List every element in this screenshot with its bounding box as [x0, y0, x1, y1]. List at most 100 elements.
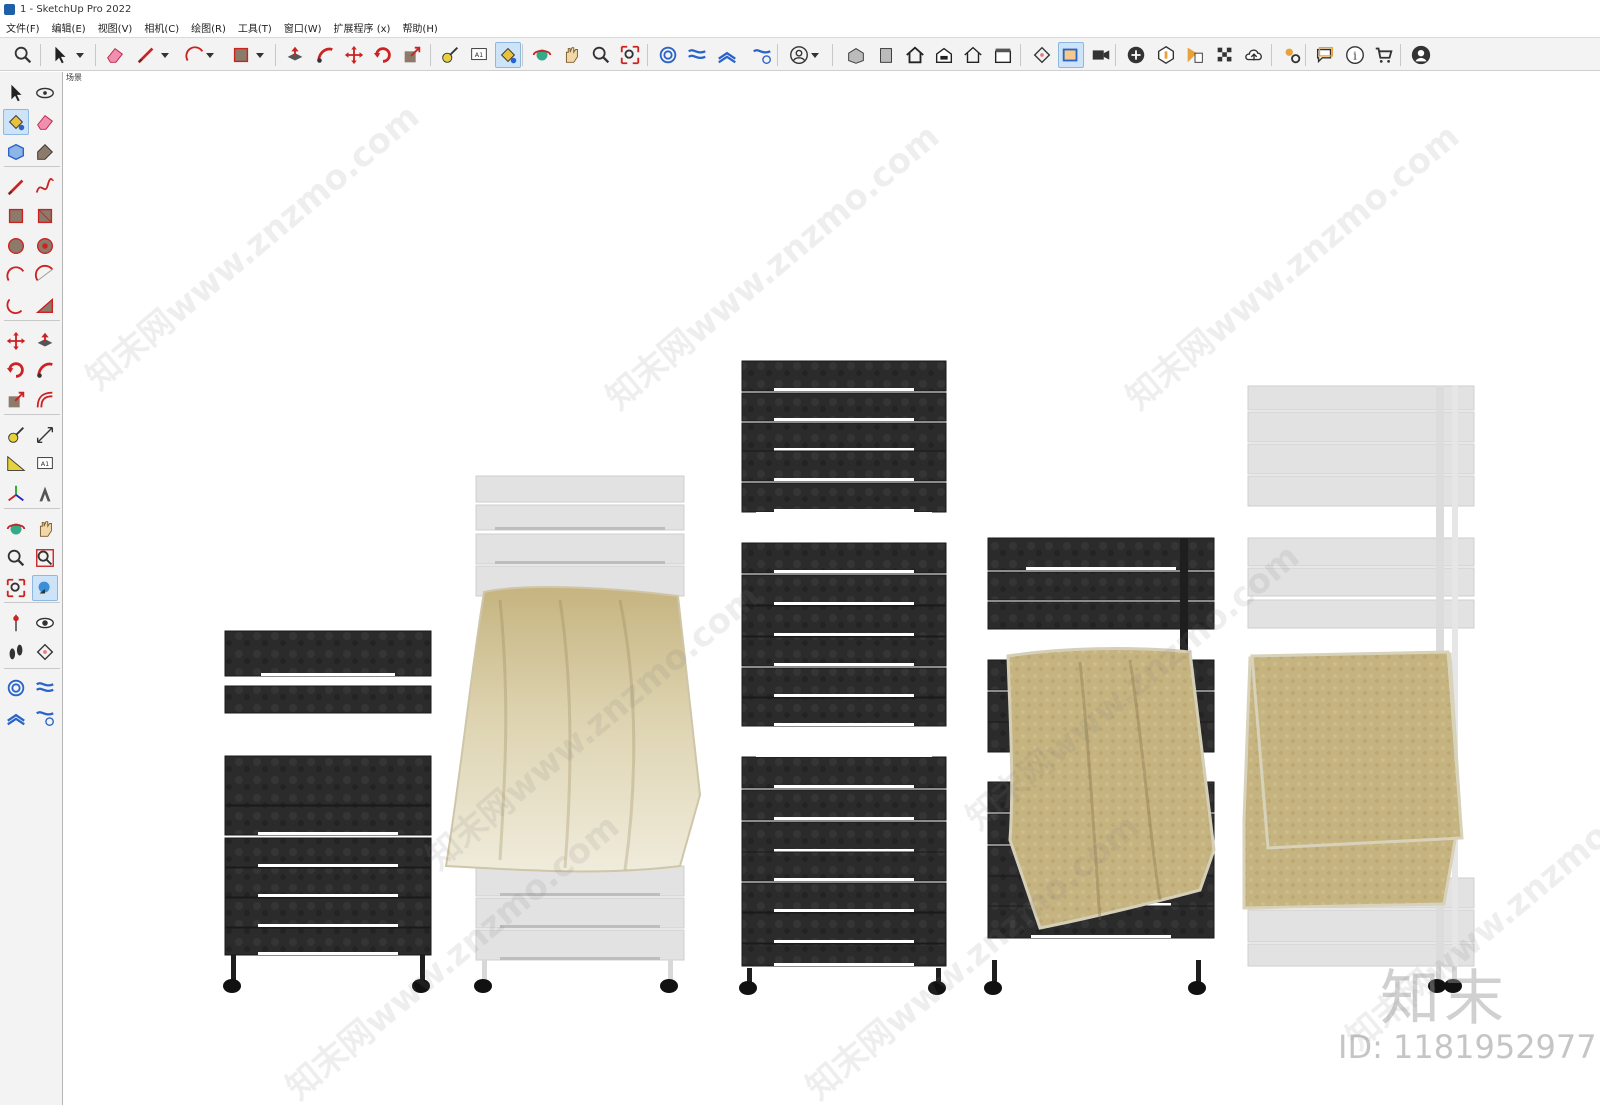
axes-button[interactable] [3, 481, 29, 507]
dropdown-arrow-button[interactable] [810, 50, 820, 60]
account-button[interactable] [786, 42, 812, 68]
iso-view-button[interactable] [843, 42, 869, 68]
scale-button[interactable] [399, 42, 425, 68]
paint-bucket-button[interactable] [3, 109, 29, 135]
zoom-extents-button[interactable] [617, 42, 643, 68]
text-button[interactable]: A1 [466, 42, 492, 68]
follow-me-button[interactable] [312, 42, 338, 68]
cart-button[interactable] [1371, 42, 1397, 68]
two-point-arc-button[interactable] [32, 262, 58, 288]
tape-measure-button[interactable] [437, 42, 463, 68]
cloud-button[interactable] [1241, 42, 1267, 68]
protractor-button[interactable] [3, 451, 29, 477]
previous-view-button[interactable] [32, 575, 58, 601]
position-camera-button[interactable] [3, 610, 29, 636]
zoom-extents-button[interactable] [3, 575, 29, 601]
sandbox-button[interactable] [655, 42, 681, 68]
menu-help[interactable]: 帮助(H) [396, 20, 443, 35]
profile-button[interactable] [1408, 42, 1434, 68]
menu-tools[interactable]: 工具(T) [232, 20, 278, 35]
dimension-button[interactable] [32, 422, 58, 448]
component-button[interactable] [3, 139, 29, 165]
section-plane-button[interactable] [1029, 42, 1055, 68]
look-around-button[interactable] [32, 610, 58, 636]
scene-tab[interactable]: 场景 [66, 72, 82, 83]
menu-file[interactable]: 文件(F) [0, 20, 46, 35]
house-view-button[interactable] [960, 42, 986, 68]
menu-view[interactable]: 视图(V) [92, 20, 139, 35]
section-plane-button[interactable] [32, 639, 58, 665]
follow-me-button[interactable] [32, 357, 58, 383]
flip-button[interactable] [684, 42, 710, 68]
pie-button[interactable] [32, 292, 58, 318]
rail-1-bar [224, 837, 432, 868]
checker-button[interactable] [1212, 42, 1238, 68]
3d-text-button[interactable] [32, 481, 58, 507]
back-view-button[interactable] [931, 42, 957, 68]
zoom-button[interactable] [3, 545, 29, 571]
tape-measure-button[interactable] [3, 422, 29, 448]
section-display-button[interactable] [1058, 42, 1084, 68]
rectangle-button[interactable] [3, 203, 29, 229]
push-pull-button[interactable] [32, 328, 58, 354]
offset-button[interactable] [32, 387, 58, 413]
menu-window[interactable]: 窗口(W) [278, 20, 328, 35]
dropdown-arrow-button[interactable] [205, 50, 215, 60]
pan-button[interactable] [558, 42, 584, 68]
polygon-button[interactable] [32, 233, 58, 259]
rotate-button[interactable] [3, 357, 29, 383]
orbit-button[interactable] [529, 42, 555, 68]
box-view-button[interactable] [990, 42, 1016, 68]
walk-button[interactable] [3, 639, 29, 665]
zoom-button[interactable] [588, 42, 614, 68]
select-arrow-button[interactable] [3, 80, 29, 106]
text-button[interactable]: A1 [32, 451, 58, 477]
stamp-button[interactable] [32, 704, 58, 730]
front-view-button[interactable] [873, 42, 899, 68]
arc-button[interactable] [3, 262, 29, 288]
zoom-tool-button[interactable] [10, 42, 36, 68]
orbit-button[interactable] [3, 516, 29, 542]
eraser-button[interactable] [102, 42, 128, 68]
rotate-button[interactable] [370, 42, 396, 68]
pencil-line-button[interactable] [3, 174, 29, 200]
move-button[interactable] [3, 328, 29, 354]
move-button[interactable] [341, 42, 367, 68]
push-pull-button[interactable] [282, 42, 308, 68]
rail-3-bar-slot [774, 909, 914, 912]
home-view-button[interactable] [902, 42, 928, 68]
menu-draw[interactable]: 绘图(R) [185, 20, 232, 35]
dropdown-arrow-button[interactable] [160, 50, 170, 60]
freehand-button[interactable] [32, 174, 58, 200]
rotated-rectangle-button[interactable] [32, 203, 58, 229]
menu-extensions[interactable]: 扩展程序 (x) [328, 20, 397, 35]
menu-camera[interactable]: 相机(C) [138, 20, 185, 35]
pan-button[interactable] [32, 516, 58, 542]
smoove-button[interactable] [3, 704, 29, 730]
camera-button[interactable] [1088, 42, 1114, 68]
sandbox-from-contours-button[interactable] [3, 675, 29, 701]
paint-bucket-button[interactable] [495, 42, 521, 68]
tag-button[interactable] [32, 139, 58, 165]
geo-button[interactable] [1153, 42, 1179, 68]
eraser-button[interactable] [32, 109, 58, 135]
orbit-lasso-button[interactable] [32, 80, 58, 106]
extensions-button[interactable] [1279, 42, 1305, 68]
add-location-button[interactable] [1123, 42, 1149, 68]
stack-button[interactable] [714, 42, 740, 68]
message-button[interactable] [1312, 42, 1338, 68]
sandbox-scratch-button[interactable] [32, 675, 58, 701]
menu-edit[interactable]: 编辑(E) [46, 20, 92, 35]
three-point-arc-button[interactable] [3, 292, 29, 318]
circle-button[interactable] [3, 233, 29, 259]
zoom-window-button[interactable] [32, 545, 58, 571]
dropdown-arrow-button[interactable] [75, 50, 85, 60]
scale-button[interactable] [3, 387, 29, 413]
select-tool-button[interactable] [47, 42, 73, 68]
pencil-line-button[interactable] [133, 42, 159, 68]
settings-button[interactable] [749, 42, 775, 68]
info-button[interactable]: i [1342, 42, 1368, 68]
rectangle-button[interactable] [228, 42, 254, 68]
styles-button[interactable] [1182, 42, 1208, 68]
dropdown-arrow-button[interactable] [255, 50, 265, 60]
